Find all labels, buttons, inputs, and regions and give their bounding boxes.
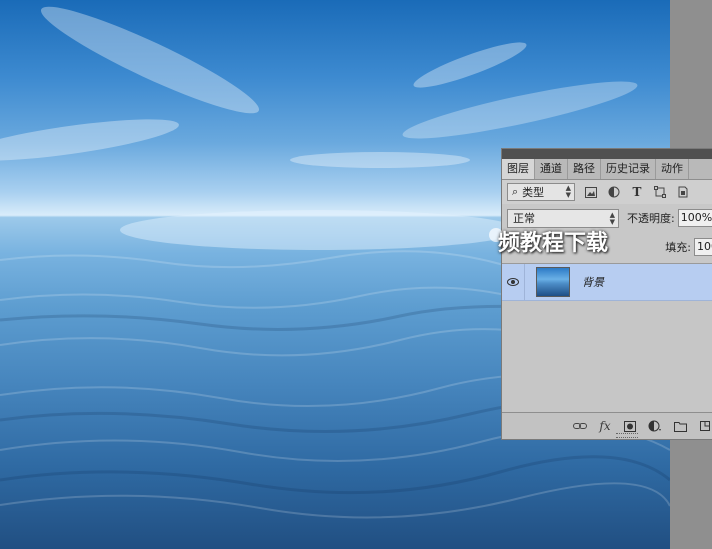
tab-history[interactable]: 历史记录 [601, 159, 656, 179]
tab-channels[interactable]: 通道 [535, 159, 568, 179]
tab-paths[interactable]: 路径 [568, 159, 601, 179]
resize-grip[interactable] [616, 433, 638, 438]
layer-name[interactable]: 背景 [582, 274, 604, 290]
shape-filter-icon[interactable] [653, 185, 667, 199]
tab-actions[interactable]: 动作 [656, 159, 689, 179]
filter-type-select[interactable]: ⌕ 类型 ▲ ▼ [507, 183, 575, 201]
type-filter-icon[interactable]: T [630, 185, 644, 199]
opacity-label: 不透明度: [627, 212, 675, 225]
adjustment-icon[interactable] [645, 417, 665, 435]
adjustment-filter-icon[interactable] [607, 185, 621, 199]
watermark-text: 频教程下载 [498, 231, 609, 256]
eye-icon[interactable] [502, 264, 525, 300]
layers-list: 背景 [502, 263, 712, 414]
link-icon[interactable] [570, 417, 590, 435]
opacity-input[interactable]: 100% [677, 209, 712, 227]
new-layer-icon[interactable] [695, 417, 712, 435]
fx-label: fx [599, 419, 611, 433]
search-icon: ⌕ [512, 185, 519, 198]
filter-type-label: 类型 [522, 186, 545, 199]
layers-panel: 图层 通道 路径 历史记录 动作 ⌕ 类型 ▲ ▼ T 正常 ▲ ▼ 不透明度: 1 [501, 148, 712, 440]
folder-icon[interactable] [670, 417, 690, 435]
fx-icon[interactable]: fx [595, 417, 615, 435]
layer-row[interactable]: 背景 [502, 264, 712, 301]
fill-label: 填充: [665, 241, 691, 254]
panel-bottom-bar: fx [502, 412, 712, 439]
image-filter-icon[interactable] [584, 185, 598, 199]
layer-thumbnail [536, 267, 570, 297]
panel-title-bar[interactable] [502, 149, 712, 159]
blend-mode-value: 正常 [513, 211, 535, 225]
layer-filter-row: ⌕ 类型 ▲ ▼ T [502, 180, 712, 204]
smart-object-filter-icon[interactable] [676, 185, 690, 199]
panel-tabs: 图层 通道 路径 历史记录 动作 [502, 159, 712, 180]
tab-layers[interactable]: 图层 [502, 159, 535, 179]
updown-arrows-icon: ▲ ▼ [565, 184, 571, 199]
updown-arrows-icon: ▲ ▼ [609, 210, 615, 226]
fill-input[interactable]: 100% [694, 238, 712, 256]
